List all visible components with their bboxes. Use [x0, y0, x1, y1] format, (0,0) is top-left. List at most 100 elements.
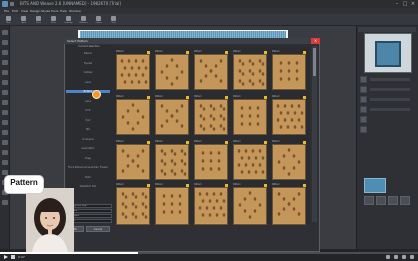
minimize-icon[interactable]: –: [394, 1, 400, 7]
pattern-tile[interactable]: [194, 187, 228, 225]
toolbar-open-button[interactable]: Open: [19, 15, 28, 24]
category-item[interactable]: Basics: [66, 52, 110, 55]
toolbar-grid-button[interactable]: Grid: [109, 15, 118, 24]
settings-icon[interactable]: [394, 255, 398, 259]
pattern-tile[interactable]: [116, 187, 150, 225]
toolbar-print-button[interactable]: Print: [49, 15, 58, 24]
palette-tool-icon[interactable]: [2, 160, 8, 165]
palette-tool-icon[interactable]: [2, 140, 8, 145]
captions-icon[interactable]: [386, 255, 390, 259]
knit-swatch: [273, 100, 305, 134]
menu-tools[interactable]: Tools: [51, 9, 58, 13]
category-item[interactable]: Flora Botanical Guardian Flower: [66, 166, 110, 169]
knit-swatch: [156, 188, 188, 224]
knit-swatch: [234, 100, 266, 134]
style-option[interactable]: [364, 196, 374, 205]
pattern-tile[interactable]: [194, 54, 228, 90]
toolbar-patterns-button[interactable]: Patterns: [79, 15, 88, 24]
pattern-tile[interactable]: [272, 99, 306, 135]
category-item[interactable]: Bold: [66, 176, 110, 179]
pattern-tile[interactable]: [272, 187, 306, 225]
toolbar-save-button[interactable]: Save: [34, 15, 43, 24]
palette-tool-icon[interactable]: [2, 100, 8, 105]
palette-tool-icon[interactable]: [2, 200, 8, 205]
pattern-tile[interactable]: [116, 99, 150, 135]
category-current-selection[interactable]: Current selection: [66, 45, 112, 48]
palette-tool-icon[interactable]: [2, 80, 8, 85]
toolbar-settings-button[interactable]: Settings: [64, 15, 73, 24]
palette-tool-icon[interactable]: [2, 150, 8, 155]
palette-tool-icon[interactable]: [2, 40, 8, 45]
color-thumbnail[interactable]: [364, 178, 386, 193]
category-item[interactable]: Diag: [66, 157, 110, 160]
category-item[interactable]: Lace: [66, 81, 110, 84]
style-option[interactable]: [376, 196, 386, 205]
pattern-tile[interactable]: [155, 144, 189, 180]
menu-file[interactable]: File: [4, 9, 9, 13]
palette-tool-icon[interactable]: [2, 50, 8, 55]
tile-label: Pattern: [233, 50, 241, 53]
dialog-close-button[interactable]: ×: [311, 38, 320, 44]
close-icon[interactable]: ×: [410, 1, 416, 7]
quick-save-icon[interactable]: [10, 2, 14, 6]
category-item[interactable]: Geometric: [66, 147, 110, 150]
pattern-tile[interactable]: [194, 99, 228, 135]
style-option[interactable]: [388, 196, 398, 205]
category-item[interactable]: Lace: [66, 100, 110, 103]
knit-swatch: [117, 55, 149, 89]
category-item[interactable]: Mix: [66, 128, 110, 131]
knit-swatch: [156, 100, 188, 134]
panel-tool-icon[interactable]: [360, 86, 367, 93]
pattern-tile[interactable]: [233, 187, 267, 225]
window-title: BITS AND Weave 2.6 [UNNAMED] - 1982670 […: [20, 1, 121, 6]
category-item[interactable]: Uneven4: [66, 138, 110, 141]
category-item[interactable]: Knit: [66, 109, 110, 112]
menu-edit[interactable]: Edit: [12, 9, 18, 13]
progress-fill: [0, 252, 138, 254]
palette-tool-icon[interactable]: [2, 30, 8, 35]
category-item[interactable]: Eyelet: [66, 62, 110, 65]
panel-tool-icon[interactable]: [360, 116, 367, 123]
menu-window[interactable]: Window: [69, 9, 81, 13]
pattern-tile[interactable]: [155, 99, 189, 135]
palette-tool-icon[interactable]: [2, 110, 8, 115]
palette-tool-icon[interactable]: [2, 70, 8, 75]
menu-design[interactable]: Design: [30, 9, 40, 13]
menu-view[interactable]: View: [21, 9, 28, 13]
pattern-tile[interactable]: [116, 144, 150, 180]
category-item[interactable]: Purl: [66, 119, 110, 122]
maximize-icon[interactable]: □: [402, 1, 408, 7]
panel-tool-icon[interactable]: [360, 106, 367, 113]
pattern-tile[interactable]: [233, 99, 267, 135]
pattern-tile[interactable]: [272, 54, 306, 90]
menu-styles[interactable]: Styles: [41, 9, 50, 13]
pattern-tile[interactable]: [194, 144, 228, 180]
pattern-tile[interactable]: [155, 54, 189, 90]
volume-icon[interactable]: [11, 255, 15, 259]
panel-tool-icon[interactable]: [360, 96, 367, 103]
category-item[interactable]: Bobble: [66, 90, 110, 93]
scrollbar-thumb[interactable]: [313, 48, 316, 76]
toolbar-new-button[interactable]: New: [4, 15, 13, 24]
menu-help[interactable]: Help: [60, 9, 67, 13]
fullscreen-icon[interactable]: [410, 255, 414, 259]
palette-tool-icon[interactable]: [2, 60, 8, 65]
pip-icon[interactable]: [402, 255, 406, 259]
pattern-tile[interactable]: [272, 144, 306, 180]
pattern-tile[interactable]: [116, 54, 150, 90]
palette-tool-icon[interactable]: [2, 130, 8, 135]
style-option[interactable]: [400, 196, 410, 205]
palette-tool-icon[interactable]: [2, 120, 8, 125]
category-item[interactable]: Cables: [66, 71, 110, 74]
play-icon[interactable]: [4, 255, 8, 259]
pattern-tile[interactable]: [233, 144, 267, 180]
toolbar-colors-button[interactable]: Colors: [94, 15, 103, 24]
palette-tool-icon[interactable]: [2, 90, 8, 95]
pattern-tile[interactable]: [233, 54, 267, 90]
panel-tool-icon[interactable]: [360, 76, 367, 83]
cancel-button[interactable]: Cancel: [86, 226, 110, 232]
panel-tool-icon[interactable]: [360, 126, 367, 133]
tile-label: Pattern: [155, 183, 163, 186]
dialog-title: Select Pattern: [67, 39, 89, 43]
pattern-tile[interactable]: [155, 187, 189, 225]
